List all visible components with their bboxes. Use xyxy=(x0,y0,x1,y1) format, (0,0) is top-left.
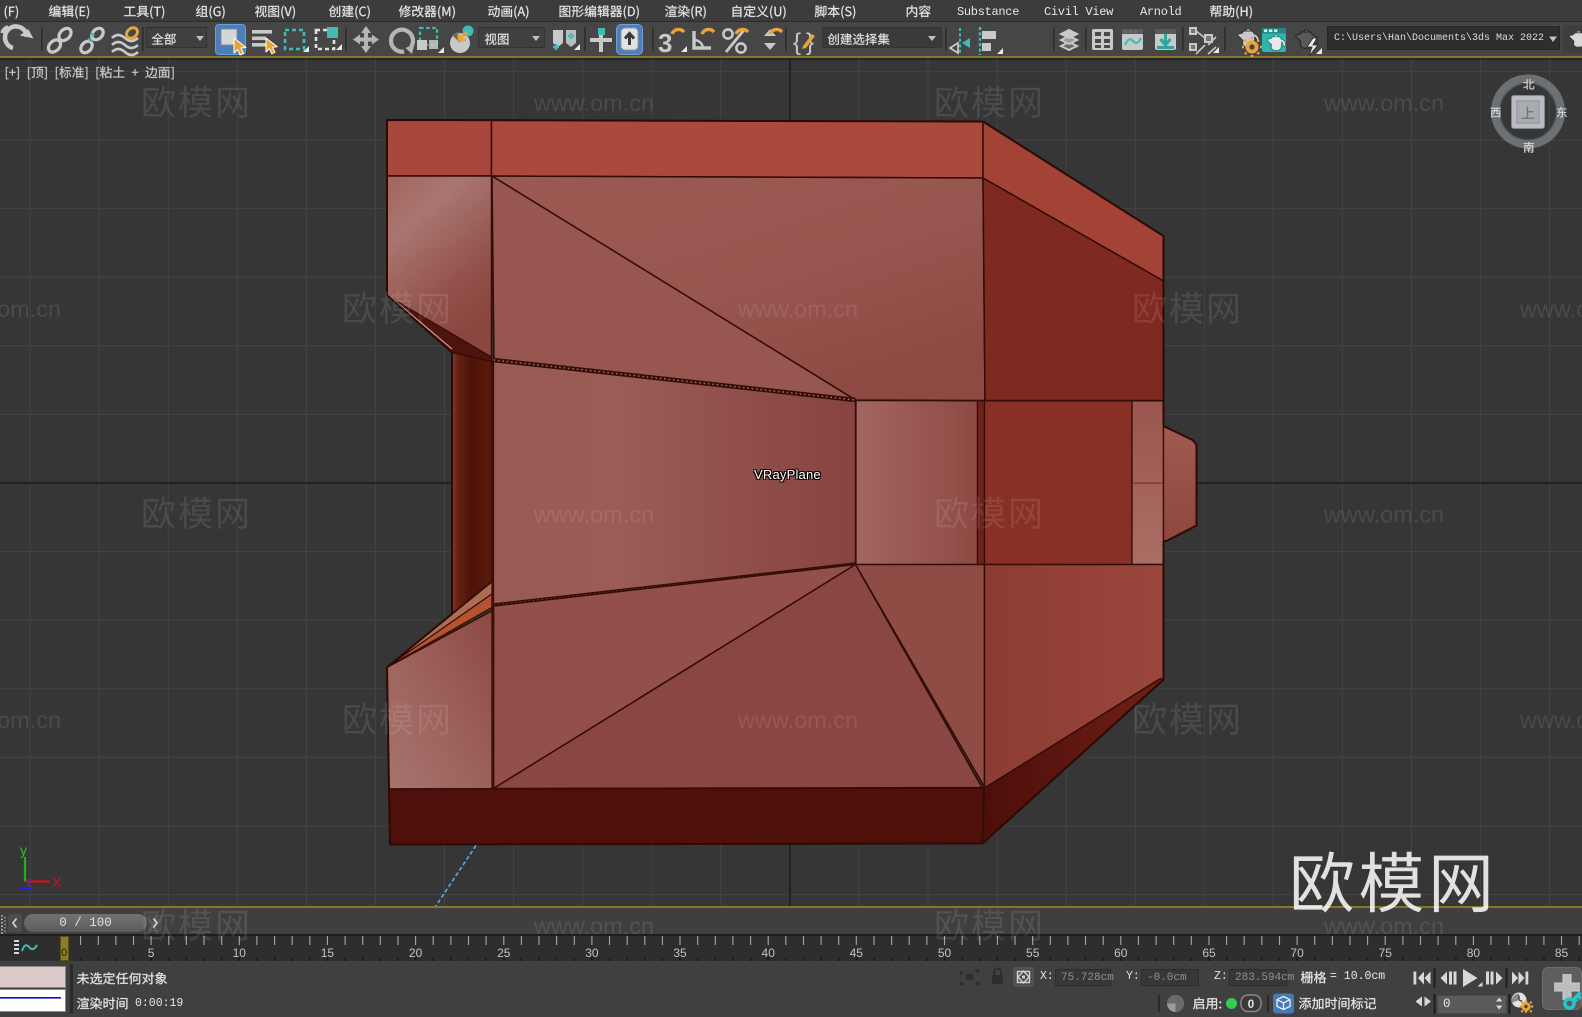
svg-text:www.om.cn: www.om.cn xyxy=(533,90,654,116)
svg-text:www.om.cn: www.om.cn xyxy=(1519,296,1582,322)
svg-text:www.om.cn: www.om.cn xyxy=(533,502,654,528)
svg-text:www.om.cn: www.om.cn xyxy=(1323,502,1444,528)
svg-text:www.om.cn: www.om.cn xyxy=(533,913,654,939)
svg-text:www.om.cn: www.om.cn xyxy=(1323,90,1444,116)
svg-text:www.om.cn: www.om.cn xyxy=(0,707,61,733)
svg-text:www.om.cn: www.om.cn xyxy=(737,296,858,322)
svg-text:www.om.cn: www.om.cn xyxy=(737,707,858,733)
svg-text:www.om.cn: www.om.cn xyxy=(1323,913,1444,939)
svg-text:www.om.cn: www.om.cn xyxy=(0,296,61,322)
svg-text:www.om.cn: www.om.cn xyxy=(1519,707,1582,733)
